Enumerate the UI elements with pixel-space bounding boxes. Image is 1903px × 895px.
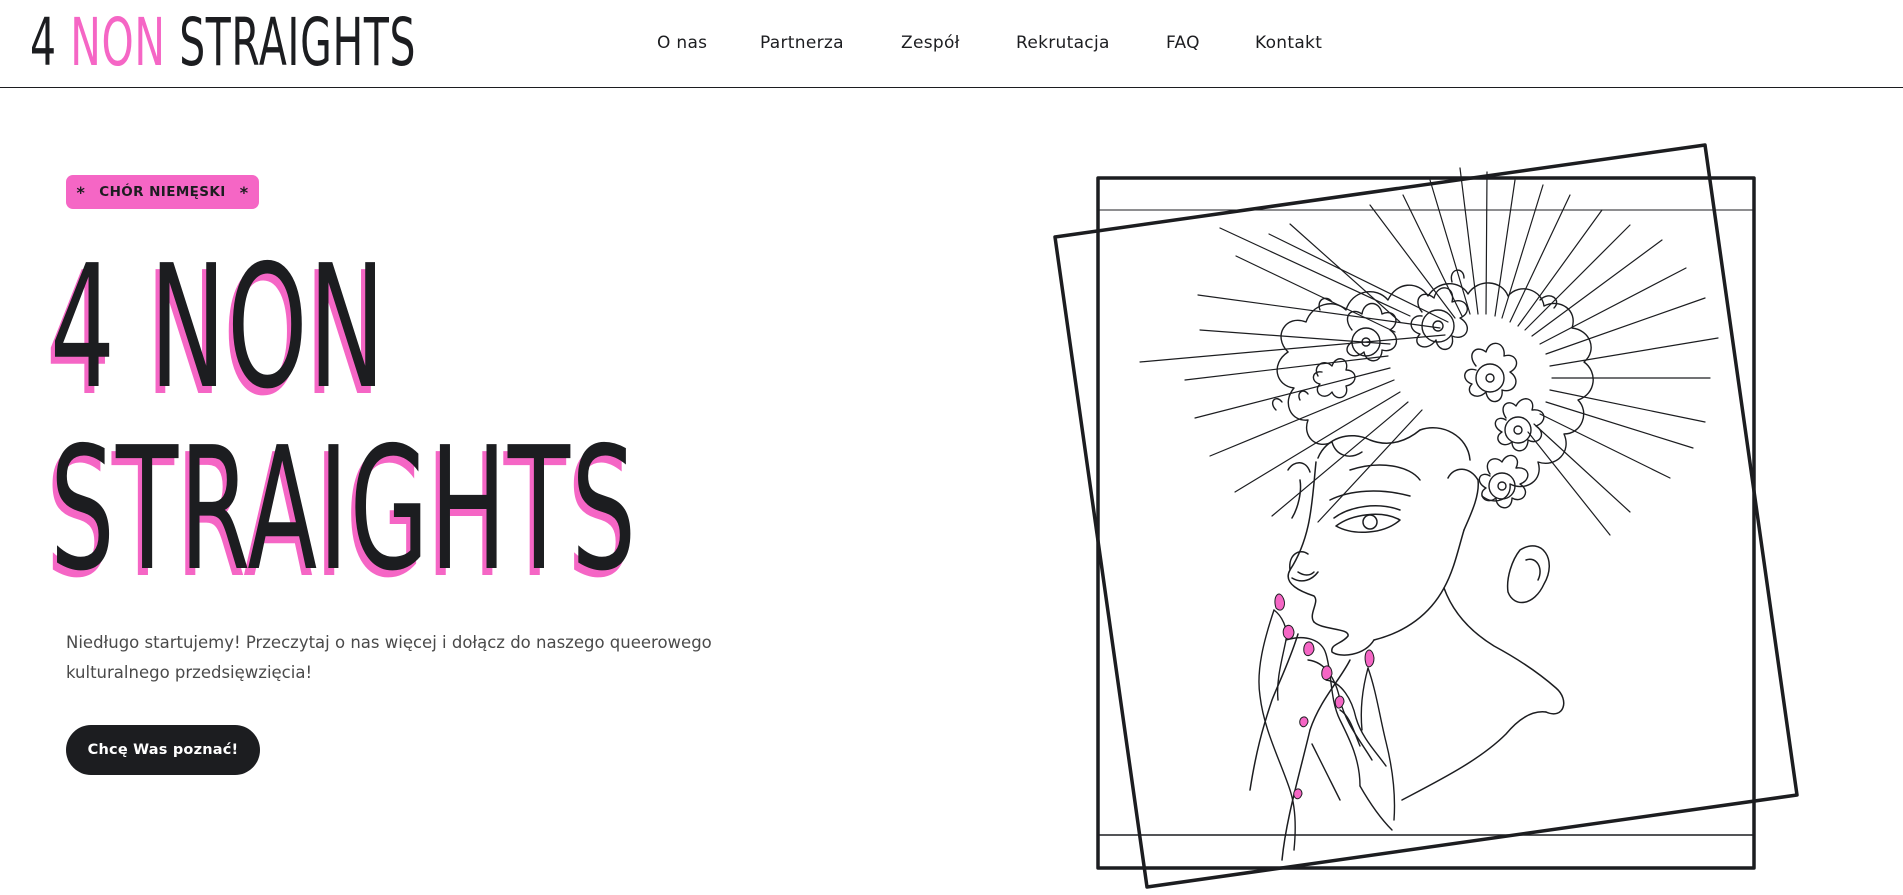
hero-description: Niedługo startujemy! Przeczytaj o nas wi… bbox=[66, 633, 712, 682]
nav-item-kontakt[interactable]: Kontakt bbox=[1255, 28, 1322, 58]
hero-title-line-2: STRAIGHTS bbox=[50, 411, 638, 609]
site-header: 4 NON STRAIGHTS O nas Partnerza Zespół R… bbox=[0, 0, 1903, 88]
logo-part-number: 4 bbox=[30, 4, 71, 81]
hero-title-line-1: 4 NON bbox=[50, 229, 387, 427]
nav-item-partnerza[interactable]: Partnerza bbox=[760, 28, 844, 58]
asterisk-icon: * bbox=[239, 182, 249, 202]
asterisk-icon: * bbox=[76, 182, 86, 202]
nav-item-zespol[interactable]: Zespół bbox=[901, 28, 960, 58]
nav-item-faq[interactable]: FAQ bbox=[1166, 28, 1200, 58]
category-badge: * CHÓR NIEMĘSKI * bbox=[66, 175, 259, 209]
nav-item-rekrutacja[interactable]: Rekrutacja bbox=[1016, 28, 1110, 58]
nav-item-o-nas[interactable]: O nas bbox=[657, 28, 707, 58]
logo-part-straights: STRAIGHTS bbox=[165, 4, 417, 81]
woman-with-flower-crown-line-art-icon bbox=[1053, 143, 1799, 889]
hero-illustration bbox=[1050, 140, 1810, 890]
meet-us-button[interactable]: Chcę Was poznać! bbox=[66, 725, 260, 775]
category-badge-label: CHÓR NIEMĘSKI bbox=[99, 184, 226, 200]
logo-part-non: NON bbox=[70, 4, 166, 81]
site-logo[interactable]: 4 NON STRAIGHTS bbox=[30, 8, 416, 78]
